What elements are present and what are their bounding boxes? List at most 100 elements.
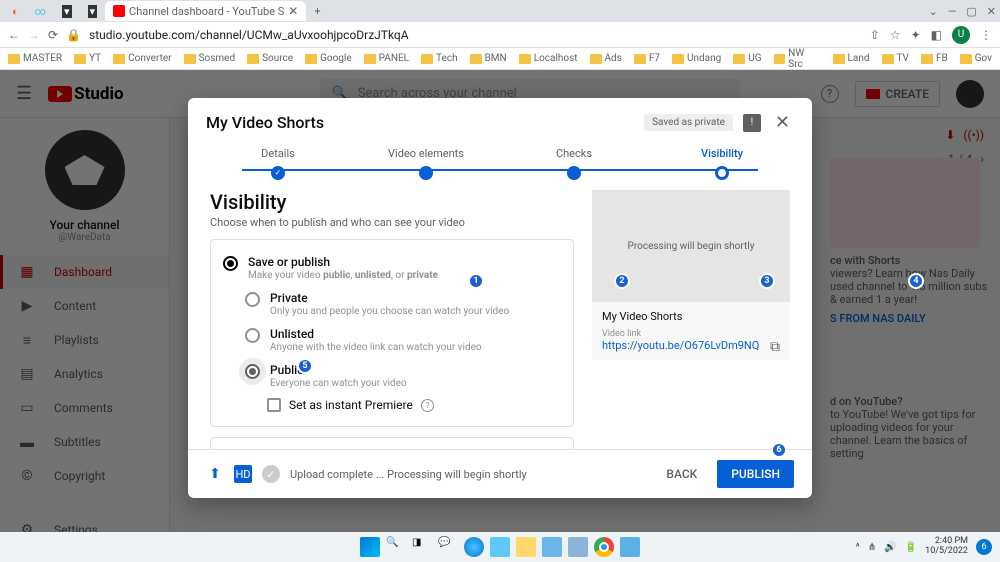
saved-badge: Saved as private	[644, 114, 733, 131]
browser-tab[interactable]: ◐	[4, 2, 27, 21]
copy-icon[interactable]: ⧉	[770, 339, 780, 355]
reload-icon[interactable]: ⟳	[48, 28, 58, 42]
step-visibility[interactable]: Visibility	[672, 147, 772, 180]
back-button[interactable]: BACK	[656, 461, 707, 487]
radio-private[interactable]: PrivateOnly you and people you choose ca…	[245, 286, 561, 322]
bookmark-item[interactable]: Gov	[960, 53, 992, 64]
upload-icon: ⬆	[206, 465, 224, 483]
edge-icon[interactable]	[464, 537, 484, 557]
bookmark-item[interactable]: Ads	[590, 53, 622, 64]
browser-tab[interactable]: ∞	[27, 2, 54, 21]
section-title: Visibility	[210, 190, 574, 214]
radio-unlisted[interactable]: UnlistedAnyone with the video link can w…	[245, 322, 561, 358]
close-icon[interactable]: ✕	[771, 112, 794, 133]
close-window-icon[interactable]: ✕	[987, 5, 996, 18]
chevron-down-icon[interactable]: ⌄	[929, 5, 938, 18]
clock[interactable]: 2:40 PM 10/5/2022	[925, 537, 968, 557]
app-icon[interactable]	[620, 537, 640, 557]
taskbar-center: 🔍 ◨ 💬	[360, 537, 640, 557]
bookmark-item[interactable]: UG	[733, 53, 761, 64]
save-publish-card: Save or publish Make your video public, …	[210, 239, 574, 427]
browser-tab[interactable]: ▾	[54, 2, 80, 21]
radio-public[interactable]: PublicEveryone can watch your video 5	[245, 358, 561, 394]
step-video-elements[interactable]: Video elements	[376, 147, 476, 180]
lock-icon[interactable]: 🔒	[66, 28, 81, 42]
bookmark-item[interactable]: F7	[634, 53, 660, 64]
annotation-badge-6: 6	[771, 442, 787, 458]
annotation-badge-2: 2	[614, 273, 630, 289]
browser-tab[interactable]: ▾	[80, 2, 106, 21]
schedule-card: Schedule	[210, 437, 574, 449]
bookmark-item[interactable]: MASTER	[8, 53, 62, 64]
browser-tab-strip: ◐ ∞ ▾ ▾ Channel dashboard - YouTube S ✕ …	[0, 0, 1000, 22]
notepad-icon[interactable]	[542, 537, 562, 557]
notification-badge[interactable]: 6	[976, 539, 992, 555]
panel-icon[interactable]: ◧	[931, 28, 942, 42]
task-view-icon[interactable]: ◨	[412, 537, 432, 557]
section-subtitle: Choose when to publish and who can see y…	[210, 216, 574, 229]
bookmark-item[interactable]: Undang	[672, 53, 721, 64]
step-checks[interactable]: Checks	[524, 147, 624, 180]
new-tab-button[interactable]: +	[306, 2, 328, 21]
publish-button[interactable]: PUBLISH	[717, 460, 794, 488]
start-icon[interactable]	[360, 537, 380, 557]
volume-icon[interactable]: 🔊	[884, 542, 896, 553]
video-link[interactable]: https://youtu.be/O676LvDm9NQ	[602, 339, 780, 352]
checkbox-icon	[267, 398, 281, 412]
share-icon[interactable]: ⇧	[870, 28, 880, 42]
search-icon[interactable]: 🔍	[386, 537, 406, 557]
chevron-up-icon[interactable]: ^	[856, 542, 860, 553]
hd-icon: HD	[234, 465, 252, 483]
youtube-icon	[113, 5, 125, 17]
bookmark-item[interactable]: Google	[305, 53, 352, 64]
bookmark-item[interactable]: PANEL	[364, 53, 409, 64]
annotation-badge-3: 3	[759, 273, 775, 289]
menu-dots-icon[interactable]: ⋮	[980, 28, 992, 42]
extensions-icon[interactable]: ✦	[911, 28, 921, 42]
feedback-icon[interactable]: !	[743, 114, 761, 132]
nav-back-icon[interactable]: ←	[8, 28, 20, 42]
nav-forward-icon: →	[28, 28, 40, 42]
bookmarks-bar: MASTER YT Converter Sosmed Source Google…	[0, 48, 1000, 70]
radio-icon	[245, 292, 260, 307]
windows-taskbar: 🔍 ◨ 💬 ^ ⋔ 🔊 🔋 2:40 PM 10/5/2022 6	[0, 532, 1000, 562]
close-tab-icon[interactable]: ✕	[288, 4, 298, 18]
bookmark-item[interactable]: Tech	[421, 53, 458, 64]
explorer-icon[interactable]	[516, 537, 536, 557]
minimize-icon[interactable]: —	[948, 5, 957, 18]
help-icon[interactable]: ?	[421, 399, 434, 412]
bookmark-item[interactable]: BMN	[470, 53, 507, 64]
browser-tab-active[interactable]: Channel dashboard - YouTube S ✕	[105, 1, 306, 21]
bookmark-item[interactable]: YT	[74, 53, 101, 64]
chat-icon[interactable]: 💬	[438, 537, 458, 557]
app-icon[interactable]	[568, 537, 588, 557]
annotation-badge-5: 5	[297, 358, 313, 374]
url-field[interactable]: studio.youtube.com/channel/UCMw_aUvxoohj…	[89, 28, 862, 42]
modal-title: My Video Shorts	[206, 113, 634, 132]
star-icon[interactable]: ☆	[890, 28, 901, 42]
checkbox-premiere[interactable]: Set as instant Premiere ?	[267, 394, 561, 416]
bookmark-item[interactable]: Source	[247, 53, 293, 64]
battery-icon[interactable]: 🔋	[905, 542, 917, 553]
profile-avatar[interactable]: U	[952, 26, 970, 44]
bookmark-item[interactable]: Localhost	[519, 53, 578, 64]
bookmark-item[interactable]: NW Src	[774, 48, 821, 70]
chrome-icon[interactable]	[594, 537, 614, 557]
tab-title: Channel dashboard - YouTube S	[129, 5, 284, 18]
stepper: Details✓ Video elements Checks Visibilit…	[188, 141, 812, 180]
app-icon[interactable]	[490, 537, 510, 557]
step-details[interactable]: Details✓	[228, 147, 328, 180]
bookmark-item[interactable]: Land	[833, 53, 870, 64]
radio-save-publish[interactable]: Save or publish Make your video public, …	[223, 250, 561, 286]
bookmark-item[interactable]: TV	[882, 53, 909, 64]
maximize-icon[interactable]: ▢	[966, 5, 976, 18]
bookmark-item[interactable]: FB	[921, 53, 948, 64]
check-icon: ✓	[262, 465, 280, 483]
preview-meta: My Video Shorts Video link ⧉ https://you…	[592, 302, 790, 360]
radio-icon	[245, 328, 260, 343]
modal-footer: ⬆ HD ✓ Upload complete ... Processing wi…	[188, 449, 812, 498]
bookmark-item[interactable]: Sosmed	[184, 53, 236, 64]
wifi-icon[interactable]: ⋔	[868, 542, 876, 553]
radio-icon	[245, 364, 260, 379]
bookmark-item[interactable]: Converter	[113, 53, 171, 64]
